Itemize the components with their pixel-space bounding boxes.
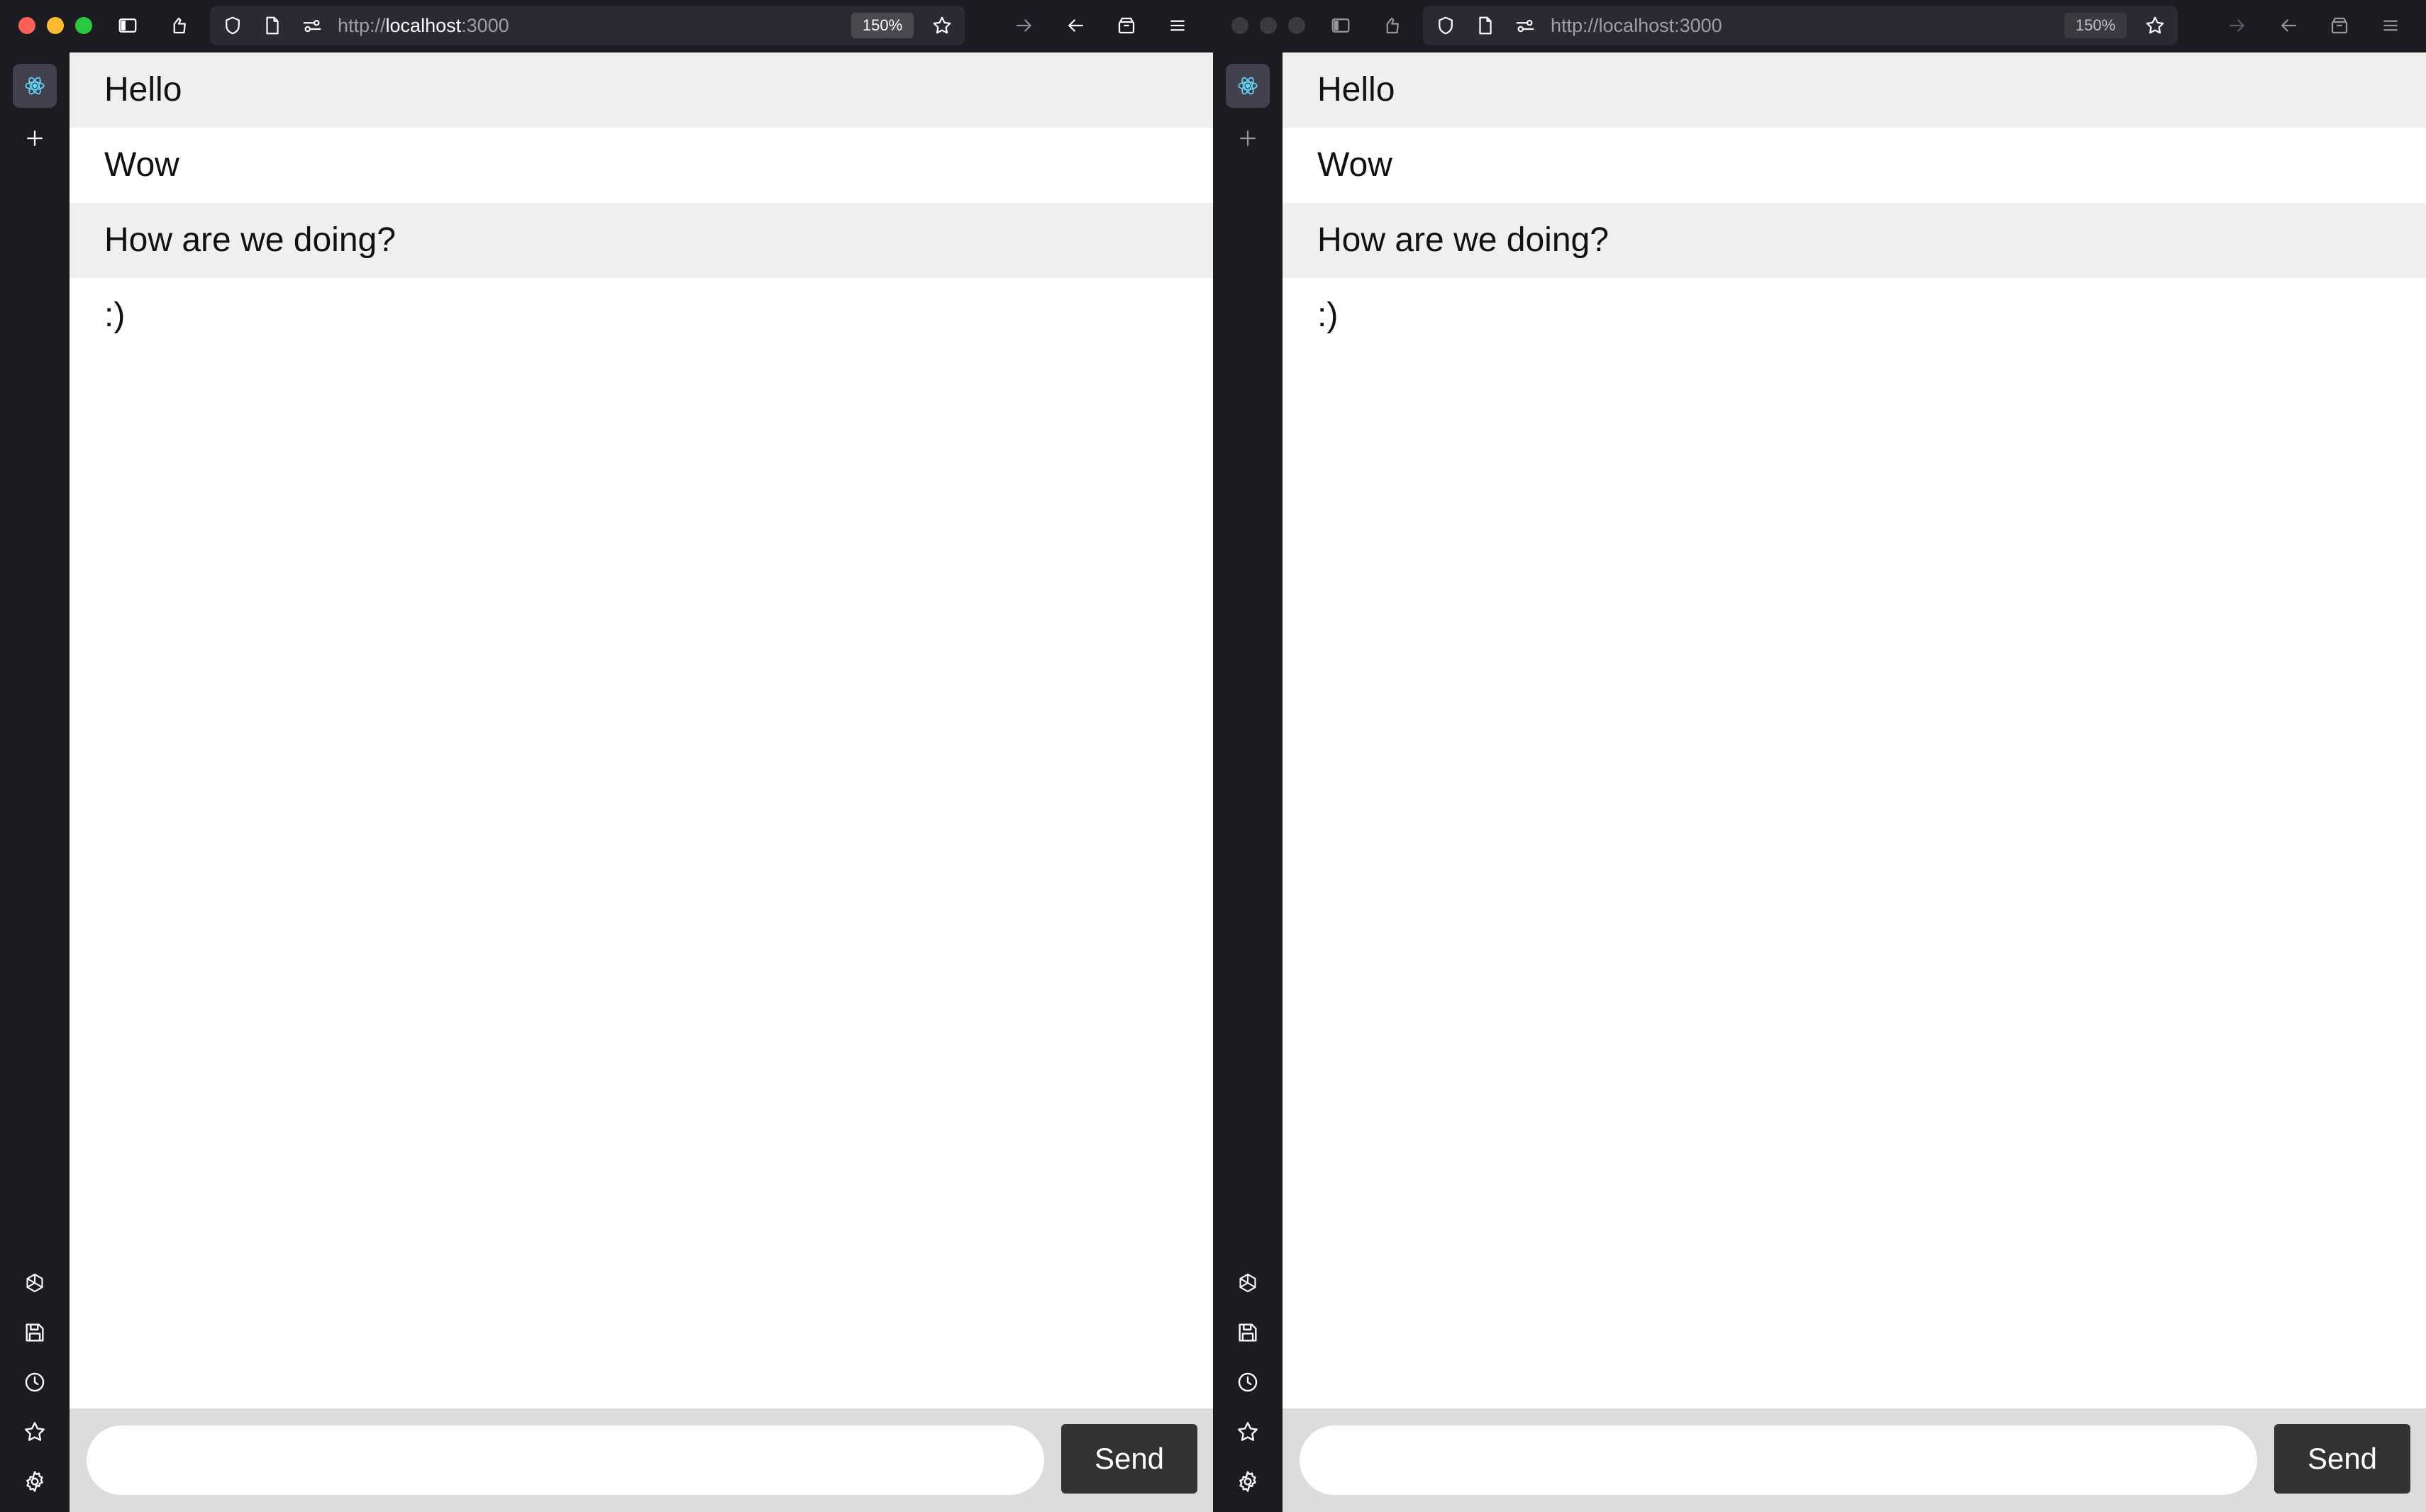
message-row: Wow [104, 146, 179, 184]
react-app-icon[interactable] [13, 64, 57, 108]
page-info-icon[interactable] [1470, 10, 1501, 41]
gear-icon[interactable] [13, 1460, 57, 1503]
star-icon[interactable] [13, 1410, 57, 1454]
message-row: Hello [1283, 52, 2426, 128]
hamburger-menu-icon[interactable] [2375, 10, 2406, 41]
send-button[interactable]: Send [2274, 1424, 2410, 1494]
permissions-icon[interactable] [297, 10, 328, 41]
message-row: How are we doing? [1283, 203, 2426, 278]
extension-icon[interactable] [1376, 10, 1407, 41]
url-scheme: http:// [338, 15, 386, 36]
sidebar-toggle-icon[interactable] [1325, 10, 1356, 41]
react-app-icon[interactable] [1226, 64, 1270, 108]
gear-icon[interactable] [1226, 1460, 1270, 1503]
forward-arrow-icon[interactable] [2222, 10, 2253, 41]
message-input[interactable] [1300, 1425, 2257, 1495]
url-text[interactable]: http://localhost:3000 [1551, 6, 1722, 45]
star-icon[interactable] [1226, 1410, 1270, 1454]
tracking-shield-icon[interactable] [217, 10, 248, 41]
message-row: Hello [70, 52, 1213, 128]
url-port: :3000 [1674, 15, 1722, 36]
clock-icon[interactable] [13, 1360, 57, 1404]
url-scheme: http:// [1551, 15, 1599, 36]
message-row: How are we doing? [70, 203, 1213, 278]
message-input[interactable] [87, 1425, 1044, 1495]
hamburger-menu-icon[interactable] [1162, 10, 1193, 41]
chat-page: Hello Wow How are we doing? :) Send [70, 52, 1213, 1512]
back-arrow-icon[interactable] [1060, 10, 1091, 41]
minimize-window-button[interactable] [1260, 17, 1277, 34]
zoom-window-button[interactable] [75, 17, 92, 34]
url-port: :3000 [461, 15, 509, 36]
browser-sidebar [1213, 51, 1283, 1512]
url-text[interactable]: http://localhost:3000 [338, 6, 509, 45]
container-tab-icon[interactable] [1111, 10, 1142, 41]
bookmark-star-icon[interactable] [926, 10, 958, 41]
permissions-icon[interactable] [1510, 10, 1541, 41]
clock-icon[interactable] [1226, 1360, 1270, 1404]
browser-sidebar [0, 51, 70, 1512]
close-window-button[interactable] [18, 17, 35, 34]
message-composer: Send [70, 1408, 1213, 1512]
close-window-button[interactable] [1231, 17, 1248, 34]
sidebar-toggle-icon[interactable] [112, 10, 143, 41]
save-icon[interactable] [13, 1311, 57, 1355]
plus-icon[interactable] [1226, 116, 1270, 160]
browser-window-right: http://localhost:3000 150% Hello Wow How… [1213, 0, 2426, 1512]
url-host: localhost [1598, 15, 1675, 36]
chat-page: Hello Wow How are we doing? :) Send [1283, 52, 2426, 1512]
message-row: :) [104, 296, 126, 334]
send-button[interactable]: Send [1061, 1424, 1197, 1494]
tracking-shield-icon[interactable] [1430, 10, 1461, 41]
url-host: localhost [385, 15, 462, 36]
message-row: Wow [1317, 146, 1392, 184]
forward-arrow-icon[interactable] [1009, 10, 1040, 41]
save-icon[interactable] [1226, 1311, 1270, 1355]
message-row: :) [1317, 296, 1339, 334]
zoom-level-badge[interactable]: 150% [851, 13, 914, 38]
message-composer: Send [1283, 1408, 2426, 1512]
container-tab-icon[interactable] [2324, 10, 2355, 41]
page-info-icon[interactable] [257, 10, 288, 41]
extension-icon[interactable] [163, 10, 194, 41]
zoom-level-badge[interactable]: 150% [2064, 13, 2127, 38]
back-arrow-icon[interactable] [2273, 10, 2304, 41]
openai-icon[interactable] [13, 1261, 57, 1305]
plus-icon[interactable] [13, 116, 57, 160]
bookmark-star-icon[interactable] [2139, 10, 2171, 41]
zoom-window-button[interactable] [1288, 17, 1305, 34]
browser-toolbar: http://localhost:3000 150% [0, 0, 1213, 51]
browser-window-left: http://localhost:3000 150% Hello Wow How… [0, 0, 1213, 1512]
openai-icon[interactable] [1226, 1261, 1270, 1305]
minimize-window-button[interactable] [47, 17, 64, 34]
browser-toolbar: http://localhost:3000 150% [1213, 0, 2426, 51]
